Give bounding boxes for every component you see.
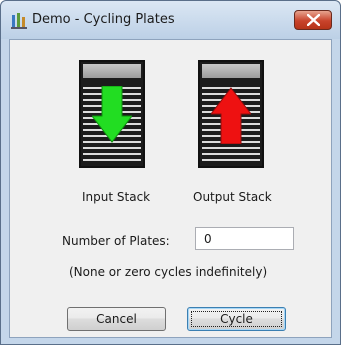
app-icon [10,12,28,30]
dialog-window: Demo - Cycling Plates Input Stack Output… [0,0,341,345]
output-stack [198,60,264,168]
window-title: Demo - Cycling Plates [32,12,175,27]
output-stack-label: Output Stack [193,190,272,204]
arrow-up-icon [211,87,251,144]
input-stack [79,60,145,168]
stack-top-slot [202,64,260,78]
close-icon [307,14,320,26]
plates-label: Number of Plates: [62,234,170,248]
title-bar[interactable]: Demo - Cycling Plates [1,1,340,39]
input-stack-label: Input Stack [82,190,151,204]
plates-hint: (None or zero cycles indefinitely) [69,265,268,279]
cycle-button[interactable]: Cycle [187,307,286,331]
focus-rectangle [191,311,282,327]
stack-top-slot [83,64,141,78]
close-button[interactable] [294,10,332,30]
arrow-down-icon [92,86,132,143]
cancel-button-label: Cancel [96,312,137,326]
dialog-content: Input Stack Output Stack Number of Plate… [9,39,332,338]
cancel-button[interactable]: Cancel [67,307,166,331]
plates-input[interactable] [195,227,294,250]
